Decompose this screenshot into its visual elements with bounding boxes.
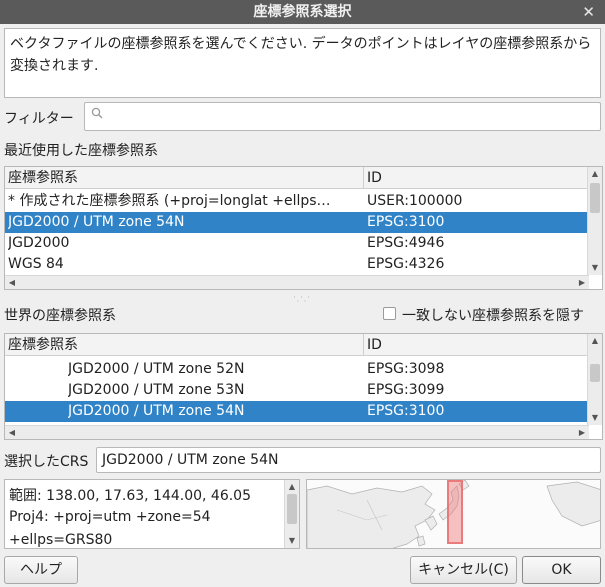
table-row[interactable]: JGD2000 / UTM zone 52N EPSG:3098 [5, 359, 589, 380]
crs-id-cell: EPSG:4946 [367, 235, 445, 251]
info-scrollbar[interactable]: ▲ ▼ [284, 480, 299, 548]
window-title: 座標参照系選択 [253, 4, 352, 20]
description-text: ベクタファイルの座標参照系を選んでください. データのポイントはレイヤの座標参照… [4, 28, 601, 98]
scroll-thumb[interactable] [287, 494, 297, 524]
scroll-right-icon[interactable]: ▶ [575, 426, 589, 439]
proj4-text-cont: +ellps=GRS80 [9, 532, 113, 548]
scroll-thumb[interactable] [590, 364, 600, 382]
scroll-up-icon[interactable]: ▲ [588, 167, 602, 181]
scroll-down-icon[interactable]: ▼ [588, 411, 602, 425]
close-icon[interactable]: ✕ [582, 0, 595, 24]
extent-map-preview [306, 479, 601, 549]
selected-crs-label: 選択したCRS [4, 454, 89, 470]
crs-id-cell: EPSG:3100 [367, 403, 445, 419]
table-row[interactable]: * 作成された座標参照系 (+proj=longlat +ellps… USER:… [5, 191, 589, 212]
search-icon [91, 107, 103, 123]
world-crs-label: 世界の座標参照系 [4, 308, 116, 324]
checkbox-box[interactable] [383, 307, 396, 320]
recent-table-header: 座標参照系 ID [5, 167, 589, 189]
crs-id-cell: EPSG:3098 [367, 361, 445, 377]
title-bar: 座標参照系選択 ✕ [0, 0, 605, 24]
recent-vertical-scrollbar[interactable]: ▲ ▼ [587, 167, 602, 275]
scroll-left-icon[interactable]: ◀ [5, 276, 19, 289]
filter-field[interactable] [84, 102, 601, 131]
table-row[interactable]: WGS 84 EPSG:4326 [5, 254, 589, 275]
splitter-handle[interactable]: · · · · · [290, 294, 314, 306]
cancel-button[interactable]: キャンセル(C) [410, 556, 517, 584]
crs-id-cell: USER:100000 [367, 193, 463, 209]
world-crs-table[interactable]: 座標参照系 ID JGD2000 / UTM zone 52N EPSG:3098… [4, 333, 603, 440]
recent-col-crs[interactable]: 座標参照系 [5, 167, 363, 189]
crs-info-panel: 範囲: 138.00, 17.63, 144.00, 46.05 Proj4: … [4, 479, 300, 549]
scroll-right-icon[interactable]: ▶ [575, 276, 589, 289]
table-row[interactable]: JGD2000 / UTM zone 54N EPSG:3100 [5, 401, 589, 422]
crs-name-cell: JGD2000 / UTM zone 54N [68, 403, 245, 419]
world-horizontal-scrollbar[interactable]: ◀ ▶ [5, 425, 589, 439]
help-button[interactable]: ヘルプ [4, 556, 78, 584]
hide-deprecated-label[interactable]: 一致しない座標参照系を隠す [402, 305, 584, 325]
filter-label: フィルター [4, 111, 74, 127]
scroll-thumb[interactable] [590, 183, 600, 213]
crs-id-cell: EPSG:3100 [367, 214, 445, 230]
ok-button[interactable]: OK [522, 556, 601, 584]
scroll-left-icon[interactable]: ◀ [5, 426, 19, 439]
proj4-text: Proj4: +proj=utm +zone=54 [9, 509, 211, 525]
world-col-id[interactable]: ID [363, 334, 589, 356]
crs-name-cell: JGD2000 [8, 235, 70, 251]
crs-name-cell: JGD2000 / UTM zone 52N [68, 361, 245, 377]
extent-text: 範囲: 138.00, 17.63, 144.00, 46.05 [9, 488, 251, 504]
selected-crs-field[interactable]: JGD2000 / UTM zone 54N [96, 447, 601, 473]
recent-col-id[interactable]: ID [363, 167, 589, 189]
recent-crs-table[interactable]: 座標参照系 ID * 作成された座標参照系 (+proj=longlat +el… [4, 166, 603, 290]
recent-horizontal-scrollbar[interactable]: ◀ ▶ [5, 275, 589, 289]
recent-crs-label: 最近使用した座標参照系 [4, 143, 158, 159]
table-row[interactable]: JGD2000 / UTM zone 54N EPSG:3100 [5, 212, 589, 233]
crs-name-cell: JGD2000 / UTM zone 54N [8, 214, 185, 230]
world-table-header: 座標参照系 ID [5, 334, 589, 356]
table-row[interactable]: JGD2000 EPSG:4946 [5, 233, 589, 254]
world-vertical-scrollbar[interactable]: ▲ ▼ [587, 334, 602, 425]
extent-highlight [447, 480, 463, 544]
crs-name-cell: * 作成された座標参照系 (+proj=longlat +ellps… [8, 193, 331, 209]
crs-name-cell: JGD2000 / UTM zone 53N [68, 382, 245, 398]
crs-name-cell: WGS 84 [8, 256, 64, 272]
world-col-crs[interactable]: 座標参照系 [5, 334, 363, 356]
filter-input[interactable] [109, 106, 589, 127]
crs-id-cell: EPSG:3099 [367, 382, 445, 398]
scroll-up-icon[interactable]: ▲ [285, 480, 299, 494]
scroll-down-icon[interactable]: ▼ [285, 534, 299, 548]
scroll-up-icon[interactable]: ▲ [588, 334, 602, 348]
crs-id-cell: EPSG:4326 [367, 256, 445, 272]
scroll-down-icon[interactable]: ▼ [588, 261, 602, 275]
table-row[interactable]: JGD2000 / UTM zone 53N EPSG:3099 [5, 380, 589, 401]
